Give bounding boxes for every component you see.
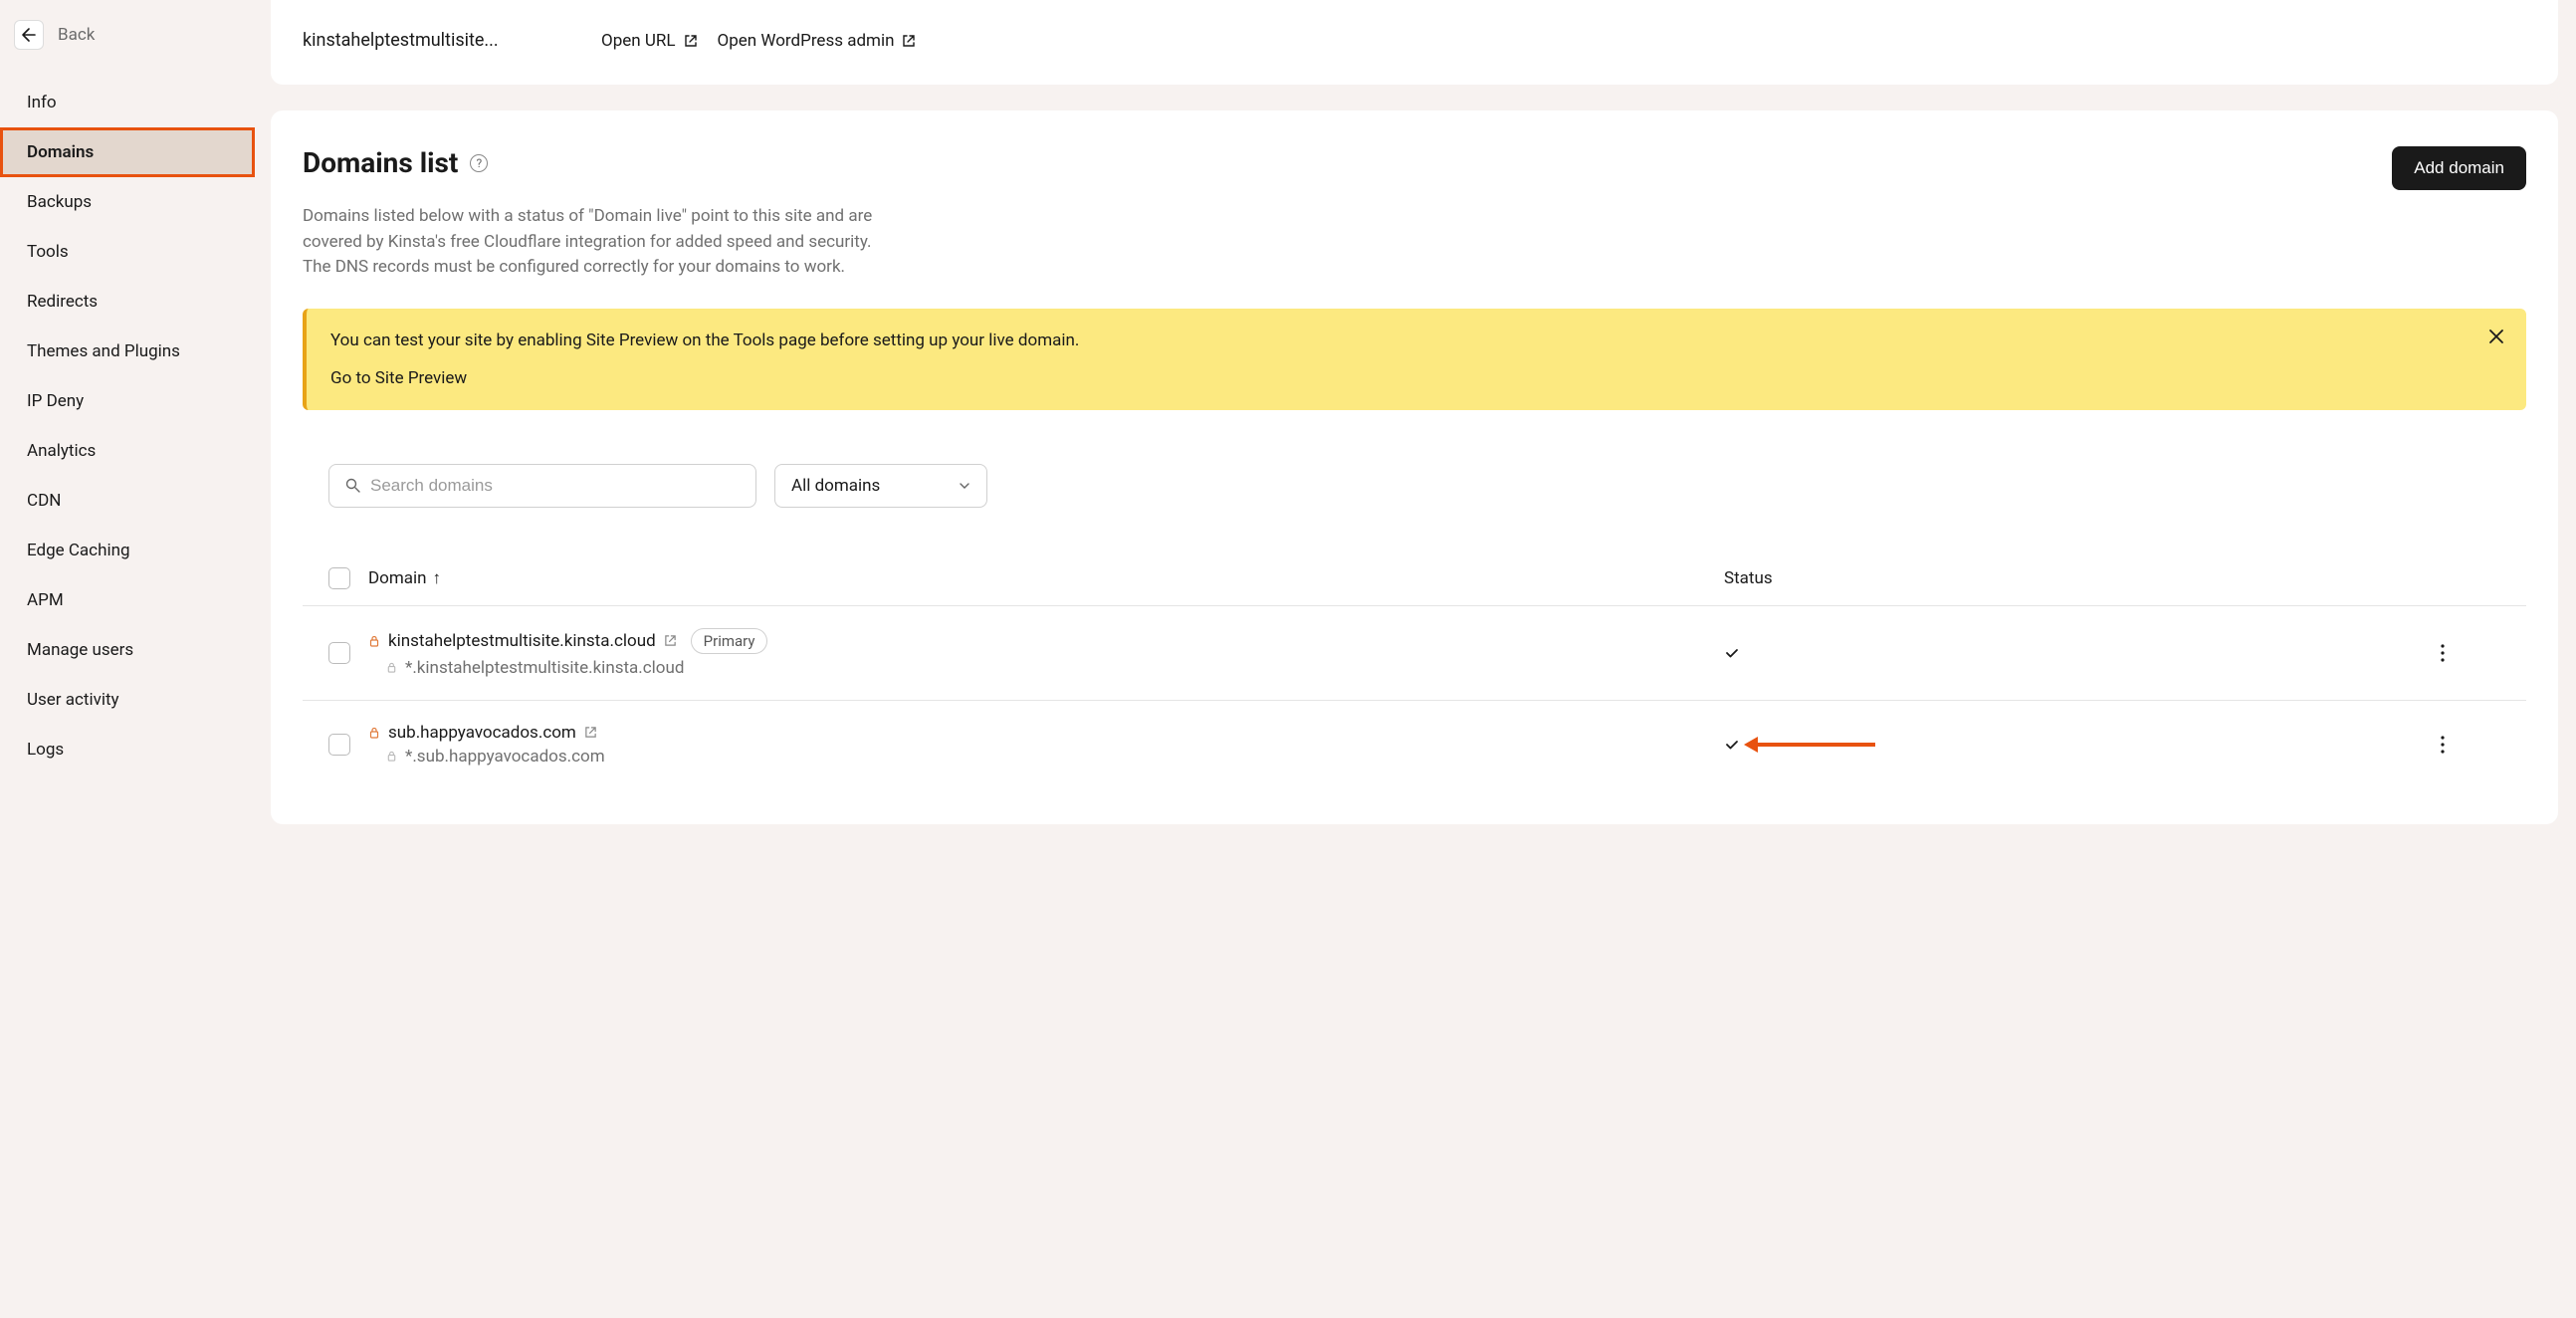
sidebar-item-analytics[interactable]: Analytics: [0, 426, 255, 476]
domains-table: Domain↑ Status kinstahelptestmultisite.k…: [303, 567, 2526, 788]
sidebar-item-apm[interactable]: APM: [0, 575, 255, 625]
sidebar-item-user-activity[interactable]: User activity: [0, 675, 255, 725]
check-icon: [1724, 645, 1740, 661]
sidebar-item-ip-deny[interactable]: IP Deny: [0, 376, 255, 426]
external-link-icon[interactable]: [664, 634, 677, 647]
external-link-icon: [902, 34, 916, 48]
search-icon: [345, 478, 360, 493]
sidebar-item-themes-and-plugins[interactable]: Themes and Plugins: [0, 327, 255, 376]
help-icon[interactable]: ?: [470, 154, 488, 172]
wildcard-domain: *.sub.happyavocados.com: [405, 747, 605, 767]
status-cell: [1724, 737, 2441, 753]
domain-name[interactable]: sub.happyavocados.com: [388, 723, 576, 743]
lock-icon: [368, 727, 380, 739]
site-name: kinstahelptestmultisite...: [303, 30, 512, 51]
domain-filter-value: All domains: [791, 476, 880, 496]
lock-icon: [386, 751, 397, 762]
primary-badge: Primary: [691, 628, 768, 654]
row-checkbox[interactable]: [328, 734, 350, 756]
kebab-icon: [2441, 644, 2445, 662]
site-preview-banner: You can test your site by enabling Site …: [303, 309, 2526, 410]
lock-icon: [368, 635, 380, 647]
page-title: Domains list: [303, 146, 458, 179]
open-wp-admin-label: Open WordPress admin: [718, 31, 895, 51]
sidebar-item-edge-caching[interactable]: Edge Caching: [0, 526, 255, 575]
domain-cell: kinstahelptestmultisite.kinsta.cloud Prim…: [368, 628, 1724, 678]
column-header-domain[interactable]: Domain↑: [368, 568, 1724, 588]
sidebar-item-domains[interactable]: Domains: [0, 127, 255, 177]
domains-card: Domains list ? Add domain Domains listed…: [271, 110, 2558, 824]
domains-description: Domains listed below with a status of "D…: [303, 204, 880, 281]
annotation-arrow: [1756, 743, 1875, 747]
sort-asc-icon: ↑: [433, 568, 442, 588]
close-icon: [2488, 329, 2504, 344]
sidebar-item-cdn[interactable]: CDN: [0, 476, 255, 526]
domain-name[interactable]: kinstahelptestmultisite.kinsta.cloud: [388, 631, 656, 651]
column-header-status[interactable]: Status: [1724, 568, 2441, 588]
sidebar-item-logs[interactable]: Logs: [0, 725, 255, 774]
sidebar-item-tools[interactable]: Tools: [0, 227, 255, 277]
kebab-icon: [2441, 736, 2445, 754]
select-all-checkbox[interactable]: [328, 567, 350, 589]
open-wp-admin-link[interactable]: Open WordPress admin: [718, 31, 917, 51]
back-button[interactable]: [14, 20, 44, 50]
open-url-link[interactable]: Open URL: [601, 31, 698, 51]
wildcard-domain: *.kinstahelptestmultisite.kinsta.cloud: [405, 658, 684, 678]
sidebar-item-info[interactable]: Info: [0, 78, 255, 127]
banner-text: You can test your site by enabling Site …: [330, 330, 2502, 350]
check-icon: [1724, 737, 1740, 753]
lock-icon: [386, 662, 397, 673]
add-domain-button[interactable]: Add domain: [2392, 146, 2526, 190]
site-header-card: kinstahelptestmultisite... Open URL Open…: [271, 0, 2558, 85]
table-row: sub.happyavocados.com *.sub.happyavocados…: [303, 701, 2526, 788]
row-checkbox[interactable]: [328, 642, 350, 664]
open-url-label: Open URL: [601, 31, 676, 51]
banner-link[interactable]: Go to Site Preview: [330, 368, 2502, 388]
sidebar-nav: InfoDomainsBackupsToolsRedirectsThemes a…: [0, 78, 271, 774]
sidebar-item-redirects[interactable]: Redirects: [0, 277, 255, 327]
domain-cell: sub.happyavocados.com *.sub.happyavocados…: [368, 723, 1724, 767]
sidebar-item-backups[interactable]: Backups: [0, 177, 255, 227]
row-actions-menu[interactable]: [2441, 644, 2500, 662]
back-label: Back: [58, 25, 95, 45]
row-actions-menu[interactable]: [2441, 736, 2500, 754]
arrow-left-icon: [21, 27, 37, 43]
domain-filter-dropdown[interactable]: All domains: [774, 464, 987, 508]
status-cell: [1724, 645, 2441, 661]
search-domains-input[interactable]: [370, 476, 740, 496]
external-link-icon[interactable]: [584, 726, 597, 739]
sidebar-item-manage-users[interactable]: Manage users: [0, 625, 255, 675]
banner-close-button[interactable]: [2488, 329, 2504, 344]
search-domains-input-wrapper[interactable]: [328, 464, 756, 508]
table-row: kinstahelptestmultisite.kinsta.cloud Prim…: [303, 606, 2526, 701]
chevron-down-icon: [959, 480, 970, 492]
external-link-icon: [684, 34, 698, 48]
